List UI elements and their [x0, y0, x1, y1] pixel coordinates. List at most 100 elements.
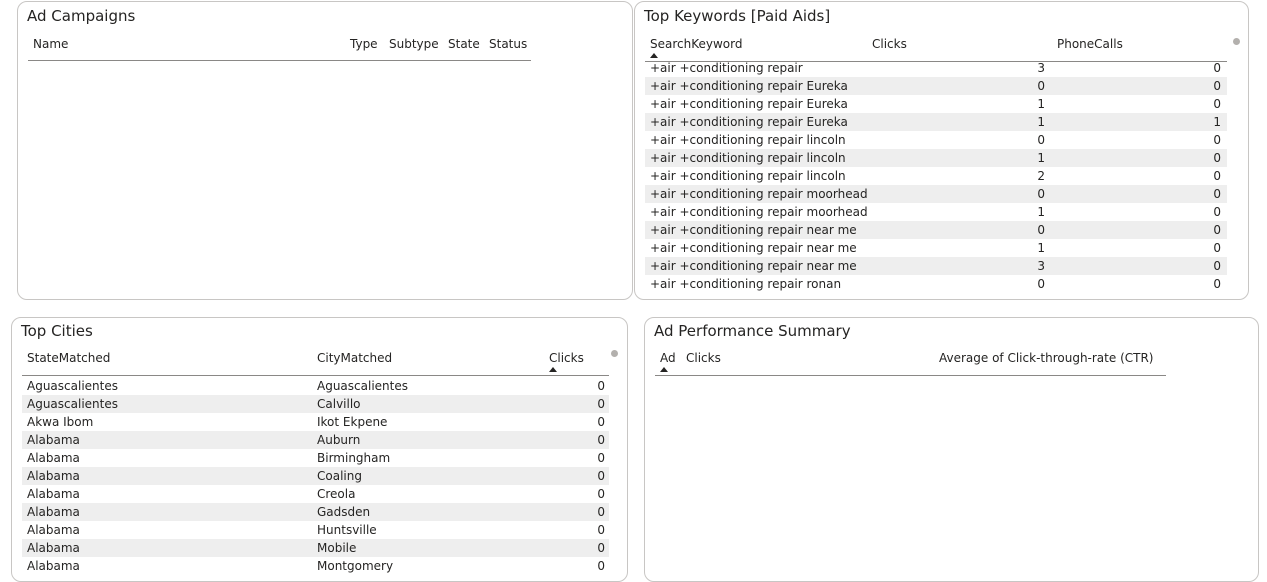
clicks-cell: 3	[1037, 259, 1045, 273]
phonecalls-cell: 0	[1213, 259, 1221, 273]
clicks-cell: 0	[597, 379, 605, 393]
state-cell: Alabama	[27, 559, 80, 573]
city-cell: Aguascalientes	[317, 379, 408, 393]
table-row[interactable]: Alabama Gadsden 0	[22, 503, 609, 521]
city-cell: Gadsden	[317, 505, 371, 519]
table-row[interactable]: +air +conditioning repair ronan 0 0	[645, 275, 1227, 293]
ad-performance-panel: Ad Performance Summary Ad Clicks Average…	[644, 317, 1259, 582]
state-cell: Alabama	[27, 505, 80, 519]
phonecalls-cell: 0	[1213, 187, 1221, 201]
column-header-phonecalls[interactable]: PhoneCalls	[1057, 37, 1123, 51]
table-row[interactable]: +air +conditioning repair moorhead 1 0	[645, 203, 1227, 221]
table-row[interactable]: Akwa Ibom Ikot Ekpene 0	[22, 413, 609, 431]
clicks-cell: 1	[1037, 115, 1045, 129]
phonecalls-cell: 0	[1213, 133, 1221, 147]
clicks-cell: 0	[1037, 133, 1045, 147]
column-header-clicks[interactable]: Clicks	[872, 37, 907, 51]
table-row[interactable]: +air +conditioning repair Eureka 1 0	[645, 95, 1227, 113]
column-header-clicks[interactable]: Clicks	[549, 351, 584, 365]
clicks-cell: 0	[597, 433, 605, 447]
column-header-citymatched[interactable]: CityMatched	[317, 351, 392, 365]
table-row[interactable]: +air +conditioning repair lincoln 2 0	[645, 167, 1227, 185]
keyword-cell: +air +conditioning repair Eureka	[650, 115, 848, 129]
keyword-cell: +air +conditioning repair Eureka	[650, 79, 848, 93]
phonecalls-cell: 0	[1213, 79, 1221, 93]
state-cell: Alabama	[27, 523, 80, 537]
keyword-cell: +air +conditioning repair ronan	[650, 277, 842, 291]
table-row[interactable]: +air +conditioning repair Eureka 1 1	[645, 113, 1227, 131]
state-cell: Aguascalientes	[27, 379, 118, 393]
clicks-cell: 0	[597, 469, 605, 483]
column-header-statematched[interactable]: StateMatched	[27, 351, 110, 365]
table-row[interactable]: Alabama Huntsville 0	[22, 521, 609, 539]
column-header-ad[interactable]: Ad	[660, 351, 676, 365]
clicks-cell: 0	[597, 523, 605, 537]
column-header-searchkeyword[interactable]: SearchKeyword	[650, 37, 742, 51]
column-header-type[interactable]: Type	[350, 37, 378, 51]
column-header-subtype[interactable]: Subtype	[389, 37, 439, 51]
state-cell: Akwa Ibom	[27, 415, 94, 429]
keyword-cell: +air +conditioning repair lincoln	[650, 151, 846, 165]
clicks-cell: 0	[1037, 277, 1045, 291]
scrollbar-thumb[interactable]	[1233, 38, 1240, 45]
table-row[interactable]: Aguascalientes Aguascalientes 0	[22, 377, 609, 395]
header-divider	[655, 375, 1166, 376]
phonecalls-cell: 0	[1213, 61, 1221, 75]
state-cell: Aguascalientes	[27, 397, 118, 411]
clicks-cell: 0	[597, 415, 605, 429]
column-header-state[interactable]: State	[448, 37, 480, 51]
clicks-cell: 0	[597, 541, 605, 555]
table-row[interactable]: +air +conditioning repair near me 1 0	[645, 239, 1227, 257]
clicks-cell: 0	[597, 451, 605, 465]
table-row[interactable]: Alabama Auburn 0	[22, 431, 609, 449]
sort-descending-icon	[549, 367, 557, 372]
clicks-cell: 1	[1037, 97, 1045, 111]
table-row[interactable]: +air +conditioning repair lincoln 1 0	[645, 149, 1227, 167]
top-keywords-panel: Top Keywords [Paid Aids] SearchKeyword C…	[634, 1, 1249, 300]
table-row[interactable]: Alabama Coaling 0	[22, 467, 609, 485]
city-cell: Huntsville	[317, 523, 377, 537]
state-cell: Alabama	[27, 487, 80, 501]
table-row[interactable]: +air +conditioning repair Eureka 0 0	[645, 77, 1227, 95]
top-cities-panel: Top Cities StateMatched CityMatched Clic…	[11, 317, 628, 582]
table-row[interactable]: Alabama Mobile 0	[22, 539, 609, 557]
phonecalls-cell: 0	[1213, 241, 1221, 255]
clicks-cell: 0	[597, 559, 605, 573]
column-header-clicks[interactable]: Clicks	[686, 351, 721, 365]
scrollbar-thumb[interactable]	[611, 350, 618, 357]
state-cell: Alabama	[27, 541, 80, 555]
table-row[interactable]: +air +conditioning repair near me 3 0	[645, 257, 1227, 275]
clicks-cell: 0	[597, 505, 605, 519]
clicks-cell: 0	[597, 487, 605, 501]
table-row[interactable]: Alabama Creola 0	[22, 485, 609, 503]
table-row[interactable]: +air +conditioning repair 3 0	[645, 59, 1227, 77]
header-divider	[22, 375, 609, 376]
city-cell: Ikot Ekpene	[317, 415, 388, 429]
table-row[interactable]: +air +conditioning repair near me 0 0	[645, 221, 1227, 239]
table-row[interactable]: +air +conditioning repair lincoln 0 0	[645, 131, 1227, 149]
phonecalls-cell: 0	[1213, 223, 1221, 237]
state-cell: Alabama	[27, 451, 80, 465]
sort-ascending-icon	[660, 367, 668, 372]
table-row[interactable]: Aguascalientes Calvillo 0	[22, 395, 609, 413]
keyword-cell: +air +conditioning repair near me	[650, 259, 857, 273]
column-header-name[interactable]: Name	[33, 37, 68, 51]
phonecalls-cell: 0	[1213, 151, 1221, 165]
city-cell: Calvillo	[317, 397, 361, 411]
table-row[interactable]: Alabama Birmingham 0	[22, 449, 609, 467]
top-cities-title: Top Cities	[21, 322, 93, 340]
city-cell: Auburn	[317, 433, 361, 447]
keyword-cell: +air +conditioning repair near me	[650, 241, 857, 255]
state-cell: Alabama	[27, 433, 80, 447]
column-header-ctr[interactable]: Average of Click-through-rate (CTR)	[939, 351, 1153, 365]
column-header-status[interactable]: Status	[489, 37, 527, 51]
keyword-cell: +air +conditioning repair Eureka	[650, 97, 848, 111]
city-cell: Creola	[317, 487, 356, 501]
table-row[interactable]: Alabama Montgomery 0	[22, 557, 609, 575]
clicks-cell: 1	[1037, 241, 1045, 255]
clicks-cell: 1	[1037, 205, 1045, 219]
header-divider	[28, 60, 531, 61]
table-row[interactable]: +air +conditioning repair moorhead 0 0	[645, 185, 1227, 203]
keyword-cell: +air +conditioning repair near me	[650, 223, 857, 237]
top-keywords-title: Top Keywords [Paid Aids]	[644, 7, 831, 25]
